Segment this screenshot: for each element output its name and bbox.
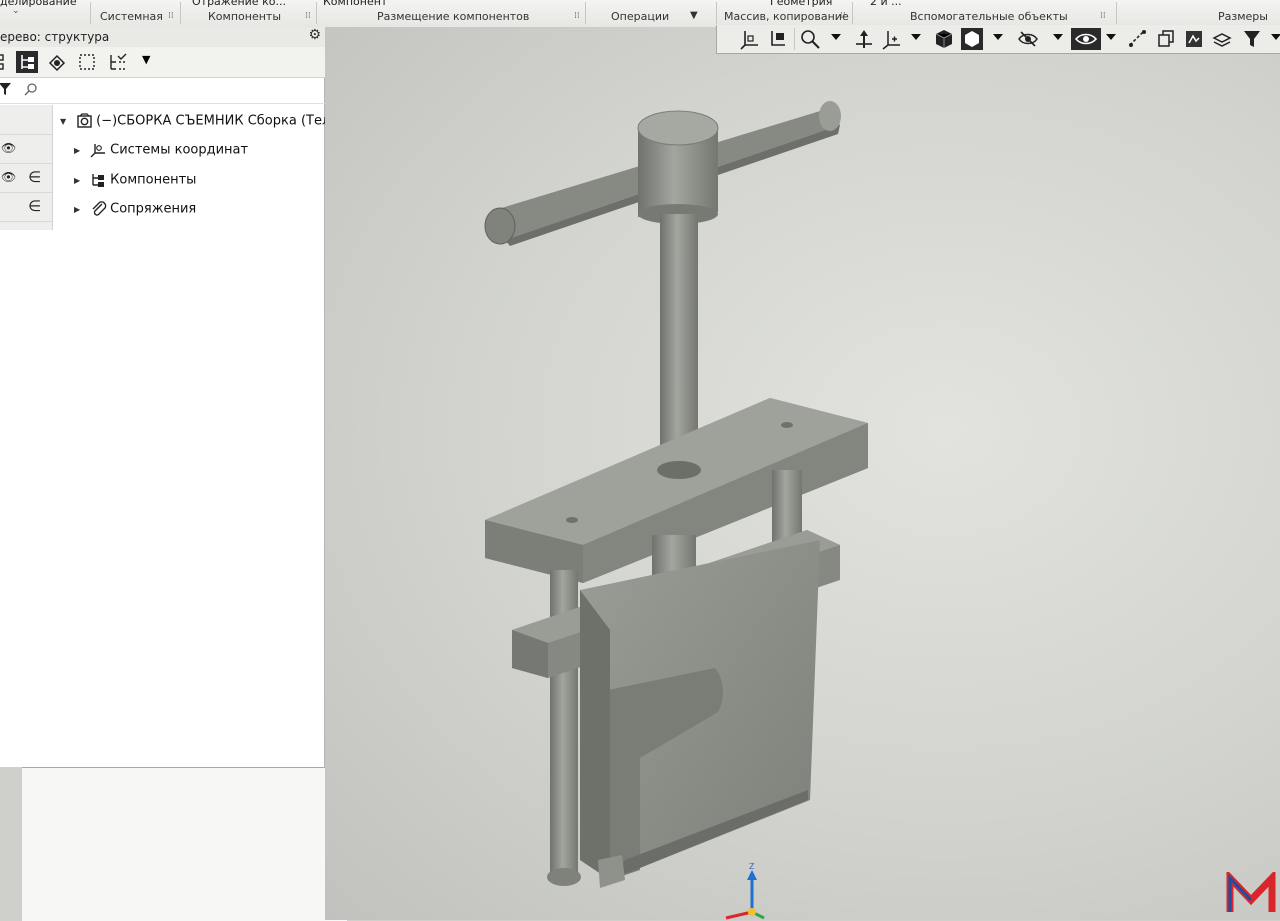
ribbon-grip-icon[interactable]: ⁞⁞ <box>1100 11 1106 21</box>
view-mode-icon[interactable] <box>1071 28 1101 50</box>
ribbon-geometry-label[interactable]: Геометрия <box>770 0 832 8</box>
dropdown-arrow-icon[interactable] <box>1053 34 1063 40</box>
ribbon-group-dimensions[interactable]: Размеры <box>1218 10 1268 23</box>
zoom-icon[interactable] <box>799 28 821 50</box>
dropdown-arrow-icon[interactable] <box>1106 34 1116 40</box>
ribbon-mirror-label[interactable]: Отражение ко... <box>192 0 286 8</box>
dropdown-arrow-icon[interactable] <box>993 34 1003 40</box>
measure-icon[interactable] <box>1127 28 1149 50</box>
tree-item-coordinate-systems[interactable]: ▶ Системы координат <box>74 142 248 164</box>
expand-arrow-icon[interactable]: ▼ <box>60 117 72 126</box>
tree-item-mates[interactable]: ▶ Сопряжения <box>74 201 196 223</box>
element-of-icon[interactable]: ∈ <box>28 197 41 215</box>
layers-icon[interactable] <box>1211 28 1233 50</box>
tree-view-icon[interactable] <box>0 51 16 73</box>
visibility-column: 👁 👁 ∈ ∈ <box>0 105 53 230</box>
coordinate-system-icon[interactable] <box>739 28 761 50</box>
gear-icon[interactable]: ⚙ <box>308 27 321 43</box>
ribbon-separator <box>716 2 717 24</box>
visibility-row: 👁 ∈ <box>0 163 52 193</box>
filter-row <box>0 77 325 104</box>
left-edge <box>0 767 22 920</box>
pan-icon[interactable] <box>853 28 875 50</box>
assembly-icon <box>77 113 92 128</box>
coordinate-system-icon <box>90 144 106 158</box>
ribbon-separator <box>1116 2 1117 24</box>
ribbon-separator <box>180 2 181 24</box>
filter-icon[interactable] <box>0 82 12 96</box>
select-frame-icon[interactable] <box>76 51 98 73</box>
ribbon-grip-icon[interactable]: ⁞⁞ <box>168 11 174 21</box>
panel-title: ерево: структура <box>0 30 110 44</box>
expand-arrow-icon[interactable]: ▶ <box>74 176 86 185</box>
render-icon[interactable] <box>1183 28 1205 50</box>
ribbon-grip-icon[interactable]: ⁞⁞ <box>574 11 580 21</box>
model-tree-panel: ерево: структура ⚙ ▼ 👁 👁 ∈ ∈ ▼ (−)СБОРКА… <box>0 27 348 767</box>
expand-arrow-icon[interactable]: ▶ <box>74 146 86 155</box>
puller-assembly-model[interactable] <box>325 27 1280 920</box>
ribbon-group-system[interactable]: Системная <box>100 10 163 23</box>
view-toolbar <box>716 25 1280 54</box>
component-view-icon[interactable] <box>46 51 68 73</box>
ribbon-component-label[interactable]: Компонент <box>323 0 387 8</box>
ribbon-group-operations[interactable]: Операции <box>611 10 669 23</box>
search-icon[interactable] <box>24 82 38 96</box>
filter-icon[interactable] <box>1241 28 1263 50</box>
mates-icon <box>92 201 107 216</box>
ribbon-group-array[interactable]: Массив, копирование <box>724 10 849 23</box>
ribbon-separator <box>90 2 91 24</box>
tree-item-label: Компоненты <box>110 172 197 188</box>
dropdown-arrow-icon[interactable] <box>1271 34 1280 40</box>
dropdown-arrow-icon[interactable] <box>831 34 841 40</box>
tree-item-label: Системы координат <box>110 142 249 158</box>
visibility-row: 👁 <box>0 134 52 164</box>
viewport-3d[interactable]: Z <box>325 27 1280 920</box>
tree-root-item[interactable]: ▼ (−)СБОРКА СЪЕМНИК Сборка (Тел-0) <box>60 113 348 135</box>
panel-title-bar: ерево: структура ⚙ <box>0 27 325 48</box>
shaded-edges-icon[interactable] <box>961 28 983 50</box>
tree-item-label: Сопряжения <box>110 201 197 217</box>
dropdown-arrow-icon[interactable] <box>911 34 921 40</box>
tree-toolbar: ▼ <box>0 47 325 78</box>
ribbon-group-components[interactable]: Компоненты <box>208 10 281 23</box>
ribbon: делирование ⌄ Отражение ко... Компонент … <box>0 0 1280 28</box>
properties-panel <box>22 767 347 921</box>
orientation-icon[interactable] <box>881 28 903 50</box>
tree-structure-icon[interactable] <box>16 51 38 73</box>
tree-root-label: (−)СБОРКА СЪЕМНИК Сборка (Тел-0) <box>96 113 349 129</box>
element-of-icon[interactable]: ∈ <box>28 168 41 186</box>
axes-triad-icon: Z <box>725 862 765 920</box>
shaded-cube-icon[interactable] <box>933 28 955 50</box>
ribbon-separator <box>316 2 317 24</box>
visibility-row <box>0 105 52 135</box>
ribbon-separator <box>852 2 853 24</box>
eye-icon[interactable]: 👁 <box>1 170 16 184</box>
hide-icon[interactable] <box>1017 28 1039 50</box>
visibility-row: ∈ <box>0 192 52 222</box>
dropdown-arrow-icon[interactable]: ▼ <box>142 53 150 66</box>
section-icon[interactable] <box>1155 28 1177 50</box>
ribbon-grip-icon[interactable]: ⁞⁞ <box>305 11 311 21</box>
ribbon-grip-icon[interactable]: ⁞⁞ <box>840 11 846 21</box>
toolbar-separator <box>794 28 795 50</box>
ribbon-extra-label[interactable]: 2 и ... <box>870 0 902 8</box>
ribbon-separator <box>585 2 586 24</box>
ribbon-group-auxiliary[interactable]: Вспомогательные объекты <box>910 10 1068 23</box>
brand-logo <box>1226 872 1276 912</box>
eye-icon[interactable]: 👁 <box>1 141 16 155</box>
dropdown-arrow-icon[interactable]: ▼ <box>690 10 698 21</box>
tree-item-components[interactable]: ▶ Компоненты <box>74 172 196 194</box>
camera-settings-icon[interactable] <box>767 28 789 50</box>
components-icon <box>92 174 105 187</box>
ribbon-group-placement[interactable]: Размещение компонентов <box>377 10 529 23</box>
list-options-icon[interactable] <box>108 51 130 73</box>
z-axis-label: Z <box>749 862 755 871</box>
expand-arrow-icon[interactable]: ▶ <box>74 205 86 214</box>
chevron-down-icon[interactable]: ⌄ <box>12 6 20 16</box>
